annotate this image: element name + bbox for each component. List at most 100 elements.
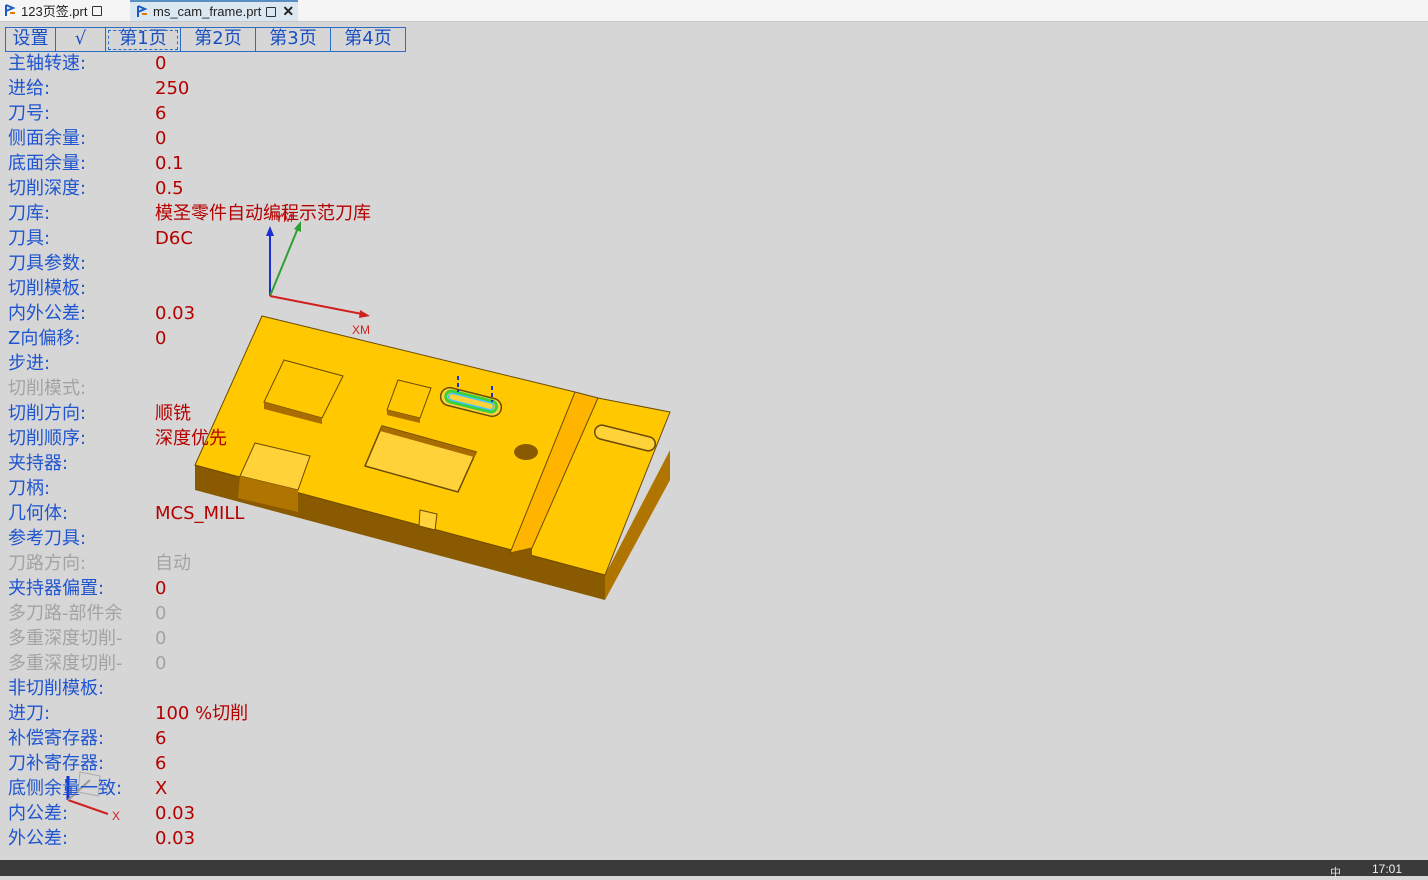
param-value[interactable]: 模圣零件自动编程示范刀库 xyxy=(155,202,371,226)
param-label: 侧面余量: xyxy=(8,128,87,149)
param-label: 多重深度切削- xyxy=(8,653,123,674)
param-label: 内公差: xyxy=(8,803,69,824)
tab-confirm[interactable]: √ xyxy=(56,28,106,51)
param-label: 几何体: xyxy=(8,503,69,524)
param-value[interactable]: 0.1 xyxy=(155,152,184,176)
param-row[interactable]: 切削方向: 顺铣 xyxy=(0,402,420,427)
param-row[interactable]: 刀库: 模圣零件自动编程示范刀库 xyxy=(0,202,420,227)
param-value[interactable]: 0 xyxy=(155,327,166,351)
external-link-icon[interactable] xyxy=(92,5,103,16)
param-row[interactable]: 进刀: 100 %切削 xyxy=(0,702,420,727)
param-label: Z向偏移: xyxy=(8,328,81,349)
param-row[interactable]: 切削顺序: 深度优先 xyxy=(0,427,420,452)
param-value[interactable]: 顺铣 xyxy=(155,402,191,426)
param-label: 切削模板: xyxy=(8,278,87,299)
param-value[interactable]: 6 xyxy=(155,102,166,126)
param-label: 进刀: xyxy=(8,703,51,724)
param-row[interactable]: 切削模式: xyxy=(0,377,420,402)
part-file-icon xyxy=(136,5,148,18)
param-row[interactable]: 刀号: 6 xyxy=(0,102,420,127)
param-row[interactable]: 切削模板: xyxy=(0,277,420,302)
param-value[interactable]: 0 xyxy=(155,127,166,151)
param-row[interactable]: 侧面余量: 0 xyxy=(0,127,420,152)
param-label: 刀柄: xyxy=(8,478,51,499)
param-row[interactable]: 外公差: 0.03 xyxy=(0,827,420,852)
param-value[interactable]: 0 xyxy=(155,577,166,601)
param-value[interactable]: 100 %切削 xyxy=(155,702,248,726)
tab-page-4[interactable]: 第4页 xyxy=(331,28,405,51)
doc-tab-123[interactable]: 123页签.prt xyxy=(4,0,128,21)
param-row[interactable]: 多重深度切削- 0 xyxy=(0,652,420,677)
param-value[interactable]: MCS_MILL xyxy=(155,502,244,526)
clock[interactable]: 17:01 xyxy=(1372,862,1402,876)
param-label: 补偿寄存器: xyxy=(8,728,105,749)
param-row[interactable]: 几何体: MCS_MILL xyxy=(0,502,420,527)
tab-page-3[interactable]: 第3页 xyxy=(256,28,331,51)
tab-settings[interactable]: 设置 xyxy=(6,28,56,51)
param-label: 刀路方向: xyxy=(8,553,87,574)
param-label: 夹持器: xyxy=(8,453,69,474)
param-value[interactable]: 0 xyxy=(155,627,166,651)
param-value[interactable]: 0 xyxy=(155,602,166,626)
param-row[interactable]: 刀柄: xyxy=(0,477,420,502)
param-label: 切削方向: xyxy=(8,403,87,424)
param-value[interactable]: X xyxy=(155,777,167,801)
param-row[interactable]: Z向偏移: 0 xyxy=(0,327,420,352)
param-row[interactable]: 刀补寄存器: 6 xyxy=(0,752,420,777)
param-row[interactable]: 步进: xyxy=(0,352,420,377)
doc-tab-label: ms_cam_frame.prt xyxy=(153,4,262,19)
param-label: 进给: xyxy=(8,78,51,99)
param-value[interactable]: 6 xyxy=(155,752,166,776)
param-label: 刀补寄存器: xyxy=(8,753,105,774)
page-tab-bar: 设置 √ 第1页 第2页 第3页 第4页 xyxy=(5,27,406,52)
param-row[interactable]: 底面余量: 0.1 xyxy=(0,152,420,177)
param-row[interactable]: 夹持器偏置: 0 xyxy=(0,577,420,602)
param-row[interactable]: 刀具: D6C xyxy=(0,227,420,252)
param-row[interactable]: 刀路方向: 自动 xyxy=(0,552,420,577)
param-label: 切削模式: xyxy=(8,378,87,399)
param-label: 刀具: xyxy=(8,228,51,249)
param-value[interactable]: 自动 xyxy=(155,552,191,576)
tab-page-1[interactable]: 第1页 xyxy=(106,28,181,51)
param-row[interactable]: 切削深度: 0.5 xyxy=(0,177,420,202)
param-row[interactable]: 刀具参数: xyxy=(0,252,420,277)
part-file-icon xyxy=(4,4,16,17)
param-value[interactable]: 0 xyxy=(155,652,166,676)
param-label: 外公差: xyxy=(8,828,69,849)
param-label: 非切削模板: xyxy=(8,678,105,699)
external-link-icon[interactable] xyxy=(266,6,277,17)
param-row[interactable]: 内公差: 0.03 xyxy=(0,802,420,827)
ime-indicator[interactable]: 中 xyxy=(1330,864,1341,880)
param-value[interactable]: 250 xyxy=(155,77,189,101)
param-value[interactable]: D6C xyxy=(155,227,193,251)
param-value[interactable]: 0.03 xyxy=(155,802,195,826)
param-value[interactable]: 0 xyxy=(155,52,166,76)
document-tab-bar: 123页签.prt ms_cam_frame.prt ✕ xyxy=(0,0,1428,22)
param-row[interactable]: 底侧余量一致: X xyxy=(0,777,420,802)
doc-tab-label: 123页签.prt xyxy=(21,4,88,19)
param-label: 切削深度: xyxy=(8,178,87,199)
param-label: 夹持器偏置: xyxy=(8,578,105,599)
param-value[interactable]: 0.03 xyxy=(155,302,195,326)
param-value[interactable]: 0.03 xyxy=(155,827,195,851)
tab-page-2[interactable]: 第2页 xyxy=(181,28,256,51)
param-row[interactable]: 补偿寄存器: 6 xyxy=(0,727,420,752)
param-row[interactable]: 多刀路-部件余 0 xyxy=(0,602,420,627)
param-label: 内外公差: xyxy=(8,303,87,324)
param-row[interactable]: 参考刀具: xyxy=(0,527,420,552)
close-icon[interactable]: ✕ xyxy=(282,3,294,20)
param-row[interactable]: 主轴转速: 0 xyxy=(0,52,420,77)
param-value[interactable]: 0.5 xyxy=(155,177,184,201)
param-label: 刀具参数: xyxy=(8,253,87,274)
param-value[interactable]: 深度优先 xyxy=(155,427,227,451)
param-value[interactable]: 6 xyxy=(155,727,166,751)
param-label: 参考刀具: xyxy=(8,528,87,549)
doc-tab-ms-cam-frame[interactable]: ms_cam_frame.prt ✕ xyxy=(130,0,298,21)
param-row[interactable]: 多重深度切削- 0 xyxy=(0,627,420,652)
param-row[interactable]: 夹持器: xyxy=(0,452,420,477)
param-row[interactable]: 内外公差: 0.03 xyxy=(0,302,420,327)
param-row[interactable]: 进给: 250 xyxy=(0,77,420,102)
param-row[interactable]: 非切削模板: xyxy=(0,677,420,702)
taskbar: 中 17:01 xyxy=(0,860,1428,879)
param-label: 步进: xyxy=(8,353,51,374)
